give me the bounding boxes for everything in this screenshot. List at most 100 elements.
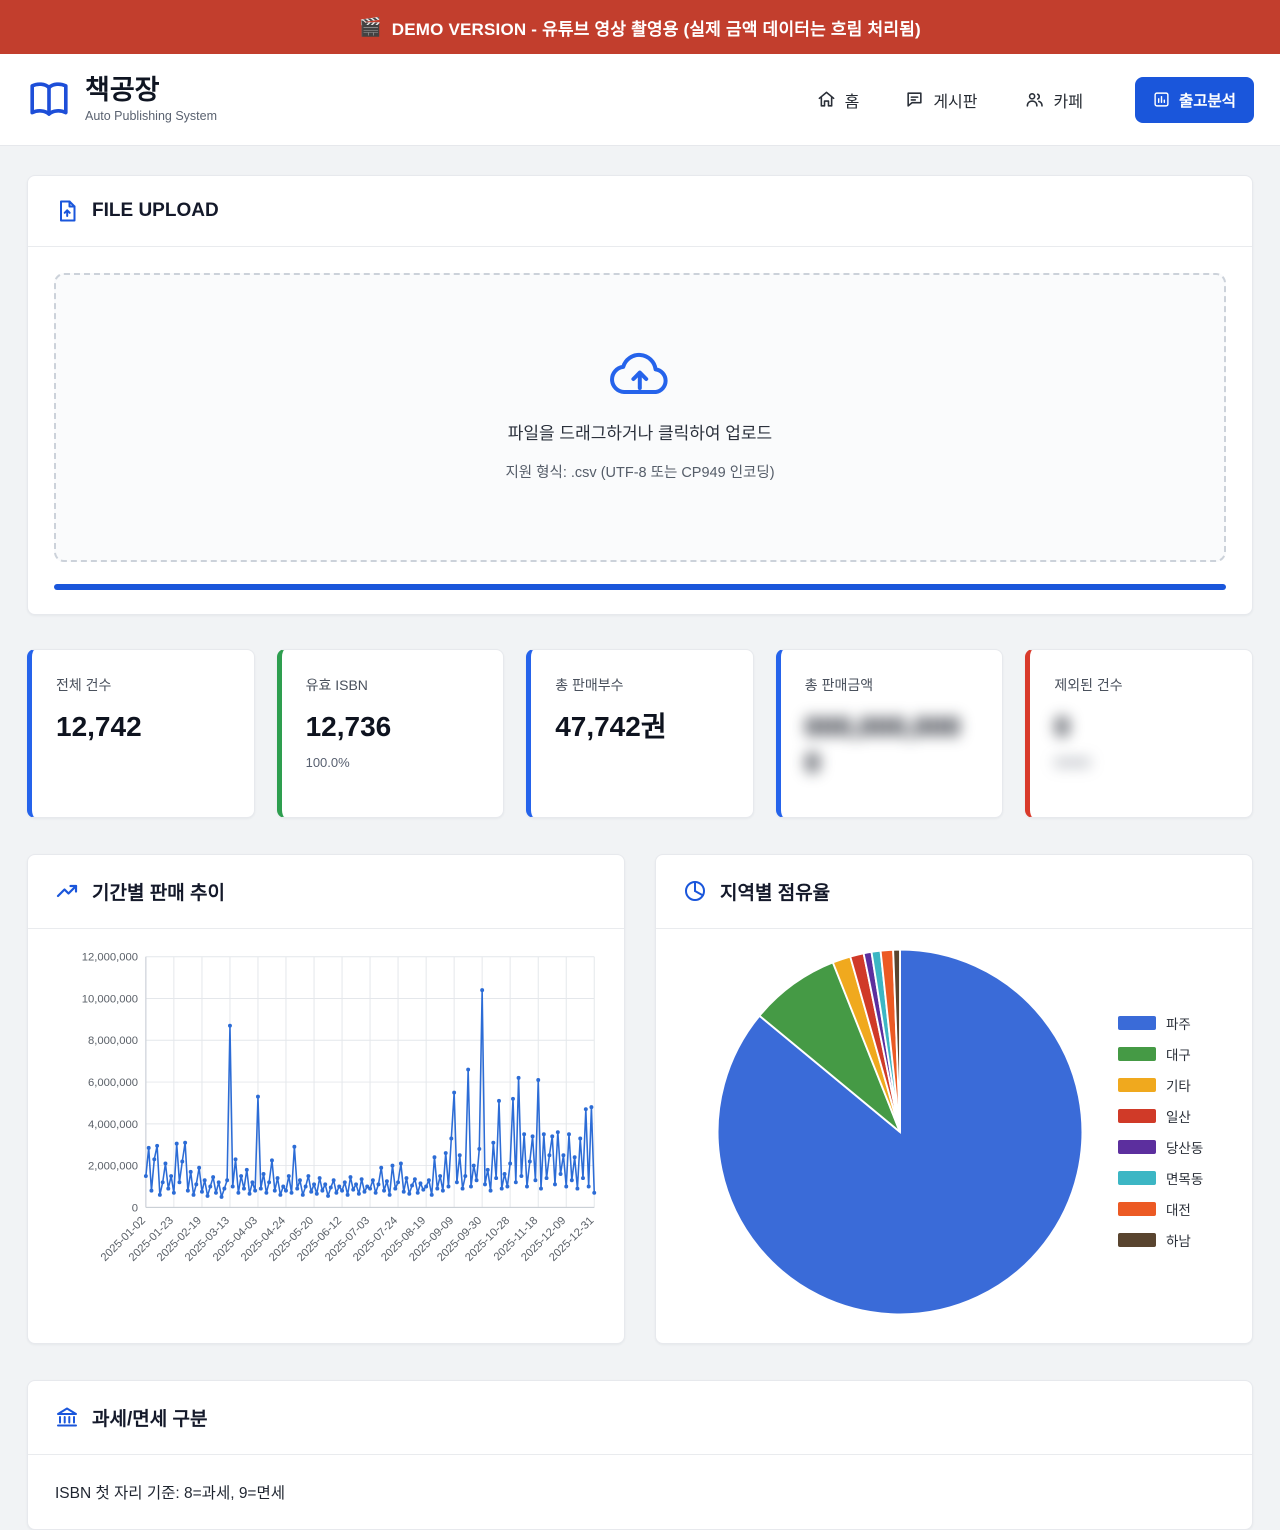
stat-card-total-amount: 총 판매금액 000,000,000 0	[776, 649, 1004, 818]
home-icon	[817, 90, 836, 109]
chat-bubble-icon	[905, 90, 924, 109]
legend-label: 기타	[1166, 1075, 1191, 1095]
stat-value: 12,736	[306, 709, 480, 745]
sales-trend-title: 기간별 판매 추이	[92, 878, 225, 905]
trending-up-icon	[55, 879, 79, 903]
legend-swatch	[1118, 1202, 1156, 1216]
file-upload-header: FILE UPLOAD	[28, 176, 1252, 247]
legend-swatch	[1118, 1109, 1156, 1123]
bar-chart-icon	[1153, 91, 1170, 108]
line-chart: 0 2,000,000 4,000,000 6,000,000 8,000,000 10,…	[46, 945, 606, 1286]
legend-swatch	[1118, 1171, 1156, 1185]
legend-item[interactable]: 면목동	[1118, 1168, 1230, 1188]
dropzone-main-text: 파일을 드래그하거나 클릭하여 업로드	[76, 419, 1204, 444]
stat-label: 제외된 건수	[1054, 675, 1228, 695]
stat-sub: 100.0%	[306, 755, 480, 770]
svg-text:2,000,000: 2,000,000	[88, 1160, 138, 1172]
nav-item-board[interactable]: 게시판	[905, 88, 977, 112]
legend-swatch	[1118, 1078, 1156, 1092]
open-book-icon	[26, 79, 72, 121]
shipment-analysis-button[interactable]: 출고분석	[1135, 77, 1254, 123]
app-subtitle: Auto Publishing System	[85, 109, 217, 123]
stat-value-masked: 0	[1054, 709, 1228, 745]
file-upload-card: FILE UPLOAD 파일을 드래그하거나 클릭하여 업로드 지원 형식: .…	[27, 175, 1253, 615]
pie-chart-area: 파주대구기타일산당산동면목동대전하남	[656, 929, 1252, 1343]
svg-text:0: 0	[132, 1202, 138, 1214]
upload-body: 파일을 드래그하거나 클릭하여 업로드 지원 형식: .csv (UTF-8 또…	[28, 247, 1252, 614]
pie-chart-icon	[683, 879, 707, 903]
legend-swatch	[1118, 1233, 1156, 1247]
demo-banner-text: DEMO VERSION - 유튜브 영상 촬영용 (실제 금액 데이터는 흐림…	[392, 15, 921, 40]
stat-label: 전체 건수	[56, 675, 230, 695]
svg-text:12,000,000: 12,000,000	[82, 951, 138, 963]
stat-value: 12,742	[56, 709, 230, 745]
nav-label-board: 게시판	[933, 88, 977, 112]
file-upload-icon	[55, 199, 79, 223]
stat-card-excluded-count: 제외된 건수 0 00000	[1025, 649, 1253, 818]
legend-label: 일산	[1166, 1106, 1191, 1126]
nav-item-cafe[interactable]: 카페	[1024, 88, 1083, 112]
legend-label: 대전	[1166, 1199, 1191, 1219]
stat-value: 47,742권	[555, 709, 729, 745]
clapperboard-icon: 🎬	[359, 17, 382, 38]
legend-item[interactable]: 하남	[1118, 1230, 1230, 1250]
sales-trend-header: 기간별 판매 추이	[28, 855, 624, 929]
stat-card-total-copies: 총 판매부수 47,742권	[526, 649, 754, 818]
line-chart-area: 0 2,000,000 4,000,000 6,000,000 8,000,000 10,…	[28, 929, 624, 1305]
legend-label: 당산동	[1166, 1137, 1203, 1157]
legend-swatch	[1118, 1140, 1156, 1154]
region-share-card: 지역별 점유율 파주대구기타일산당산동면목동대전하남	[655, 854, 1253, 1344]
region-share-title: 지역별 점유율	[720, 878, 830, 905]
legend-label: 대구	[1166, 1044, 1191, 1064]
demo-banner: 🎬 DEMO VERSION - 유튜브 영상 촬영용 (실제 금액 데이터는 …	[0, 0, 1280, 54]
charts-row: 기간별 판매 추이 0 2,000,000 4,000,000 6,000,000 8,…	[27, 854, 1253, 1344]
dropzone-sub-text: 지원 형식: .csv (UTF-8 또는 CP949 인코딩)	[76, 461, 1204, 482]
tax-note: ISBN 첫 자리 기준: 8=과세, 9=면세	[28, 1455, 1252, 1529]
pie-legend: 파주대구기타일산당산동면목동대전하남	[1118, 1013, 1236, 1250]
svg-text:10,000,000: 10,000,000	[82, 993, 138, 1005]
svg-text:6,000,000: 6,000,000	[88, 1077, 138, 1089]
svg-text:4,000,000: 4,000,000	[88, 1119, 138, 1131]
stat-label: 총 판매부수	[555, 675, 729, 695]
nav-label-cafe: 카페	[1054, 88, 1083, 112]
stat-sub: 00000	[1054, 755, 1228, 770]
app-header: 책공장 Auto Publishing System 홈 게시판 카페	[0, 54, 1280, 146]
main-nav: 홈 게시판 카페 출고분석	[817, 77, 1254, 123]
stat-value-masked: 000,000,000 0	[805, 709, 979, 782]
stat-card-total-count: 전체 건수 12,742	[27, 649, 255, 818]
svg-text:8,000,000: 8,000,000	[88, 1035, 138, 1047]
upload-progress-bar	[54, 584, 1226, 590]
nav-label-home: 홈	[845, 88, 860, 112]
pie-chart	[711, 943, 1089, 1321]
legend-swatch	[1118, 1016, 1156, 1030]
legend-item[interactable]: 파주	[1118, 1013, 1230, 1033]
stats-row: 전체 건수 12,742 유효 ISBN 12,736 100.0% 총 판매부…	[27, 649, 1253, 818]
legend-item[interactable]: 기타	[1118, 1075, 1230, 1095]
legend-item[interactable]: 당산동	[1118, 1137, 1230, 1157]
legend-label: 면목동	[1166, 1168, 1203, 1188]
file-upload-title: FILE UPLOAD	[92, 200, 219, 222]
bank-icon	[55, 1405, 79, 1429]
legend-item[interactable]: 대구	[1118, 1044, 1230, 1064]
tax-title: 과세/면세 구분	[92, 1404, 207, 1431]
sales-trend-card: 기간별 판매 추이 0 2,000,000 4,000,000 6,000,000 8,…	[27, 854, 625, 1344]
legend-item[interactable]: 대전	[1118, 1199, 1230, 1219]
pie-area	[682, 943, 1118, 1321]
stat-label: 유효 ISBN	[306, 675, 480, 695]
legend-item[interactable]: 일산	[1118, 1106, 1230, 1126]
file-dropzone[interactable]: 파일을 드래그하거나 클릭하여 업로드 지원 형식: .csv (UTF-8 또…	[54, 273, 1226, 562]
app-title: 책공장	[85, 76, 217, 106]
stat-card-valid-isbn: 유효 ISBN 12,736 100.0%	[277, 649, 505, 818]
nav-item-home[interactable]: 홈	[817, 88, 860, 112]
cloud-upload-icon	[607, 347, 673, 399]
people-icon	[1024, 90, 1045, 109]
main-content: FILE UPLOAD 파일을 드래그하거나 클릭하여 업로드 지원 형식: .…	[0, 146, 1280, 1530]
logo[interactable]: 책공장 Auto Publishing System	[26, 76, 217, 123]
cta-label: 출고분석	[1179, 89, 1236, 111]
legend-label: 하남	[1166, 1230, 1191, 1250]
legend-label: 파주	[1166, 1013, 1191, 1033]
tax-header: 과세/면세 구분	[28, 1381, 1252, 1455]
region-share-header: 지역별 점유율	[656, 855, 1252, 929]
legend-swatch	[1118, 1047, 1156, 1061]
tax-card: 과세/면세 구분 ISBN 첫 자리 기준: 8=과세, 9=면세	[27, 1380, 1253, 1530]
